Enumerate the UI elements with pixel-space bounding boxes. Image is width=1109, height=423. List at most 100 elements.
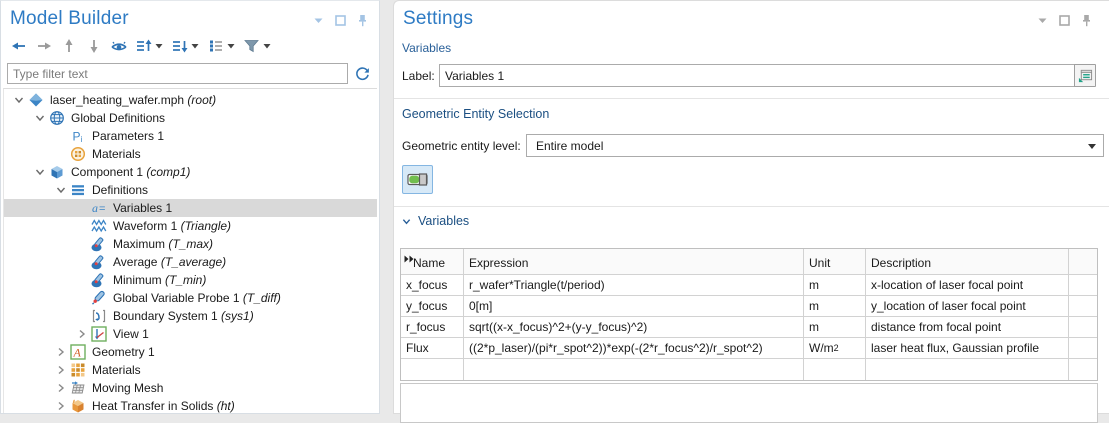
variable-extra-cell[interactable] bbox=[1069, 338, 1097, 359]
separator bbox=[394, 98, 1109, 99]
column-move-icon[interactable] bbox=[404, 252, 415, 266]
variable-expression-cell[interactable]: 0[m] bbox=[464, 296, 804, 317]
tree-item-materials[interactable]: Materials bbox=[4, 145, 377, 163]
section-variables-title: Variables bbox=[418, 214, 469, 228]
empty-cell[interactable] bbox=[464, 359, 804, 380]
tree-item-moving-mesh[interactable]: Moving Mesh bbox=[4, 379, 377, 397]
variable-description-cell[interactable]: y_location of laser focal point bbox=[866, 296, 1069, 317]
tree-item-global-definitions[interactable]: Global Definitions bbox=[4, 109, 377, 127]
variables-table-empty-area[interactable] bbox=[400, 383, 1098, 423]
active-selection-toggle-button[interactable] bbox=[402, 165, 433, 194]
variable-unit-cell[interactable]: m bbox=[804, 296, 866, 317]
svg-text:a: a bbox=[92, 201, 98, 215]
variable-expression-cell[interactable]: r_wafer*Triangle(t/period) bbox=[464, 275, 804, 296]
variable-extra-cell[interactable] bbox=[1069, 275, 1097, 296]
tree-item-view-1[interactable]: View 1 bbox=[4, 325, 377, 343]
tree-item-definitions[interactable]: Definitions bbox=[4, 181, 377, 199]
move-down-button[interactable] bbox=[84, 37, 103, 56]
variable-unit-cell[interactable]: W/m2 bbox=[804, 338, 866, 359]
tree-item-laser-heating-wafer-mph[interactable]: laser_heating_wafer.mph (root) bbox=[4, 91, 377, 109]
tree-item-label: View 1 bbox=[113, 327, 149, 341]
tree-item-minimum[interactable]: Minimum (T_min) bbox=[4, 271, 377, 289]
variable-description-cell[interactable]: laser heat flux, Gaussian profile bbox=[866, 338, 1069, 359]
variable-row-empty[interactable] bbox=[401, 359, 1097, 380]
expand-all-button[interactable] bbox=[134, 37, 164, 56]
variable-expression-cell[interactable]: sqrt((x-x_focus)^2+(y-y_focus)^2) bbox=[464, 317, 804, 338]
variable-name-cell[interactable]: r_focus bbox=[401, 317, 464, 338]
chevron-down-icon[interactable] bbox=[190, 37, 200, 56]
chevron-down-icon[interactable] bbox=[154, 37, 164, 56]
collapse-all-button[interactable] bbox=[170, 37, 200, 56]
chevron-down-icon bbox=[1088, 144, 1096, 149]
tree-item-heat-transfer-in-solids[interactable]: Heat Transfer in Solids (ht) bbox=[4, 397, 377, 413]
expand-chevron-right-icon[interactable] bbox=[52, 344, 69, 360]
variable-name-cell[interactable]: x_focus bbox=[401, 275, 464, 296]
expand-chevron-down-icon[interactable] bbox=[31, 110, 48, 126]
label-input[interactable] bbox=[439, 64, 1081, 87]
empty-cell[interactable] bbox=[866, 359, 1069, 380]
float-window-icon[interactable] bbox=[1058, 14, 1071, 27]
tree-item-label: Materials bbox=[92, 147, 141, 161]
filter-input[interactable] bbox=[7, 63, 348, 84]
pin-icon[interactable] bbox=[356, 14, 369, 27]
empty-cell[interactable] bbox=[401, 359, 464, 380]
tree-item-component-1[interactable]: Component 1 (comp1) bbox=[4, 163, 377, 181]
arrow-down-icon bbox=[84, 37, 103, 56]
variable-description-cell[interactable]: x-location of laser focal point bbox=[866, 275, 1069, 296]
materials-global-icon bbox=[69, 146, 86, 162]
forward-button[interactable] bbox=[34, 37, 53, 56]
tree-item-label: Definitions bbox=[92, 183, 148, 197]
heat-transfer-icon bbox=[69, 398, 86, 413]
tree-item-average[interactable]: Average (T_average) bbox=[4, 253, 377, 271]
refresh-icon[interactable] bbox=[351, 63, 373, 84]
tree-item-materials[interactable]: Materials bbox=[4, 361, 377, 379]
expand-chevron-down-icon[interactable] bbox=[10, 92, 27, 108]
expand-chevron-down-icon[interactable] bbox=[52, 182, 69, 198]
tree-item-waveform-1[interactable]: Waveform 1 (Triangle) bbox=[4, 217, 377, 235]
filter-button[interactable] bbox=[242, 37, 272, 56]
show-button[interactable] bbox=[109, 37, 128, 56]
variable-extra-cell[interactable] bbox=[1069, 296, 1097, 317]
column-header-description[interactable]: Description bbox=[866, 249, 1069, 275]
tree-item-global-variable-probe-1[interactable]: Global Variable Probe 1 (T_diff) bbox=[4, 289, 377, 307]
rename-button[interactable] bbox=[1074, 64, 1096, 87]
column-header-name[interactable]: Name bbox=[401, 249, 464, 275]
column-header-expression[interactable]: Expression bbox=[464, 249, 804, 275]
variable-name-cell[interactable]: y_focus bbox=[401, 296, 464, 317]
tree-item-boundary-system-1[interactable]: Boundary System 1 (sys1) bbox=[4, 307, 377, 325]
expand-chevron-right-icon[interactable] bbox=[52, 380, 69, 396]
empty-cell[interactable] bbox=[1069, 359, 1097, 380]
variable-unit-cell[interactable]: m bbox=[804, 317, 866, 338]
variable-name-cell[interactable]: Flux bbox=[401, 338, 464, 359]
expand-chevron-right-icon[interactable] bbox=[73, 326, 90, 342]
pin-icon[interactable] bbox=[1080, 14, 1093, 27]
variable-description-cell[interactable]: distance from focal point bbox=[866, 317, 1069, 338]
geometric-entity-level-dropdown[interactable]: Entire model bbox=[526, 134, 1104, 157]
model-root-icon bbox=[27, 92, 44, 108]
column-header-unit[interactable]: Unit bbox=[804, 249, 866, 275]
panel-menu-icon[interactable] bbox=[1036, 14, 1049, 27]
settings-breadcrumb[interactable]: Variables bbox=[402, 41, 451, 55]
tree-item-maximum[interactable]: Maximum (T_max) bbox=[4, 235, 377, 253]
model-tree-node-text-button[interactable] bbox=[206, 37, 236, 56]
empty-cell[interactable] bbox=[804, 359, 866, 380]
tree-item-variables-1[interactable]: a=Variables 1 bbox=[4, 199, 377, 217]
float-window-icon[interactable] bbox=[334, 14, 347, 27]
chevron-down-icon[interactable] bbox=[262, 37, 272, 56]
panel-menu-icon[interactable] bbox=[312, 14, 325, 27]
tree-item-geometry-1[interactable]: AGeometry 1 bbox=[4, 343, 377, 361]
geometric-entity-level-value: Entire model bbox=[536, 139, 603, 153]
expand-chevron-right-icon[interactable] bbox=[52, 398, 69, 413]
move-up-button[interactable] bbox=[59, 37, 78, 56]
variable-expression-cell[interactable]: ((2*p_laser)/(pi*r_spot^2))*exp(-(2*r_fo… bbox=[464, 338, 804, 359]
back-button[interactable] bbox=[9, 37, 28, 56]
settings-panel: Settings Variables Label: Geometric Enti… bbox=[393, 0, 1109, 414]
variable-unit-cell[interactable]: m bbox=[804, 275, 866, 296]
tree-item-parameters-1[interactable]: PiParameters 1 bbox=[4, 127, 377, 145]
expand-chevron-down-icon[interactable] bbox=[31, 164, 48, 180]
expand-chevron-right-icon[interactable] bbox=[52, 362, 69, 378]
section-variables-header[interactable]: Variables bbox=[402, 214, 469, 228]
column-header-extra[interactable] bbox=[1069, 249, 1097, 275]
chevron-down-icon[interactable] bbox=[226, 37, 236, 56]
variable-extra-cell[interactable] bbox=[1069, 317, 1097, 338]
